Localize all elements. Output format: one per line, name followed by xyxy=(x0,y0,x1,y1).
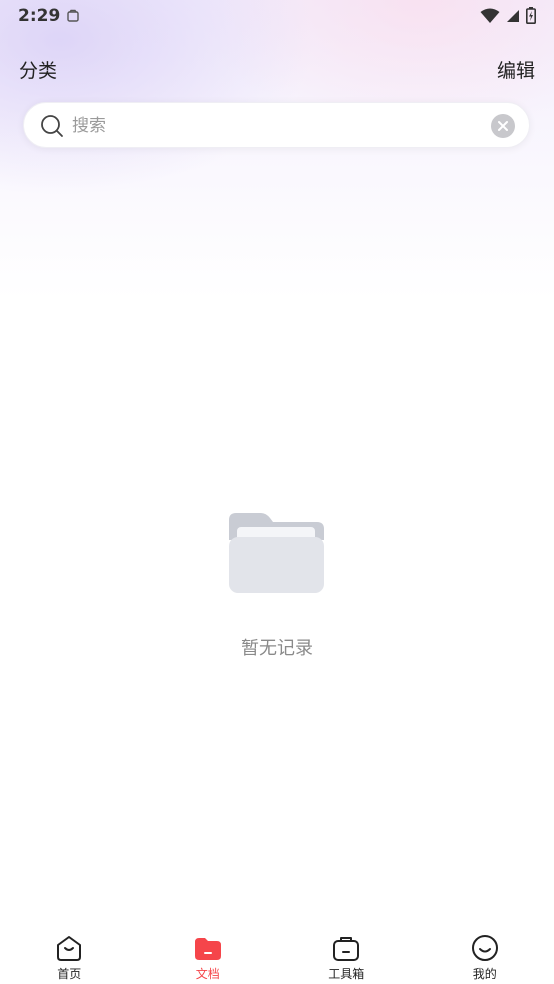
clear-icon[interactable] xyxy=(491,114,515,138)
nav-label-home: 首页 xyxy=(57,967,82,981)
toolbox-icon xyxy=(333,937,360,961)
profile-icon xyxy=(471,935,498,961)
header-background-gradient xyxy=(0,0,554,300)
search-icon xyxy=(40,114,64,142)
nav-item-home[interactable]: 首页 xyxy=(0,926,139,984)
empty-state: 暂无记录 xyxy=(0,510,554,660)
clipboard-icon xyxy=(66,8,80,28)
empty-state-text: 暂无记录 xyxy=(241,638,313,659)
battery-icon xyxy=(526,7,536,29)
folder-icon xyxy=(229,513,324,593)
nav-label-toolbox: 工具箱 xyxy=(328,967,365,981)
search-input[interactable] xyxy=(70,113,474,139)
signal-icon xyxy=(506,8,520,28)
status-indicators xyxy=(480,7,536,29)
nav-label-profile: 我的 xyxy=(472,967,497,981)
nav-item-profile[interactable]: 我的 xyxy=(416,926,554,984)
status-bar: 2:29 xyxy=(0,0,554,32)
header: 分类 编辑 xyxy=(0,52,554,86)
nav-item-toolbox[interactable]: 工具箱 xyxy=(277,926,416,984)
search-bar[interactable] xyxy=(23,102,530,148)
nav-label-documents: 文档 xyxy=(195,967,220,981)
page-title: 分类 xyxy=(19,60,58,82)
wifi-icon xyxy=(480,8,500,29)
nav-item-documents[interactable]: 文档 xyxy=(139,926,278,984)
edit-button[interactable]: 编辑 xyxy=(497,56,535,83)
bottom-navigation: 首页 文档 工具箱 我的 xyxy=(0,926,554,984)
documents-icon xyxy=(194,938,221,960)
status-time: 2:29 xyxy=(18,6,61,26)
home-icon xyxy=(57,936,82,961)
